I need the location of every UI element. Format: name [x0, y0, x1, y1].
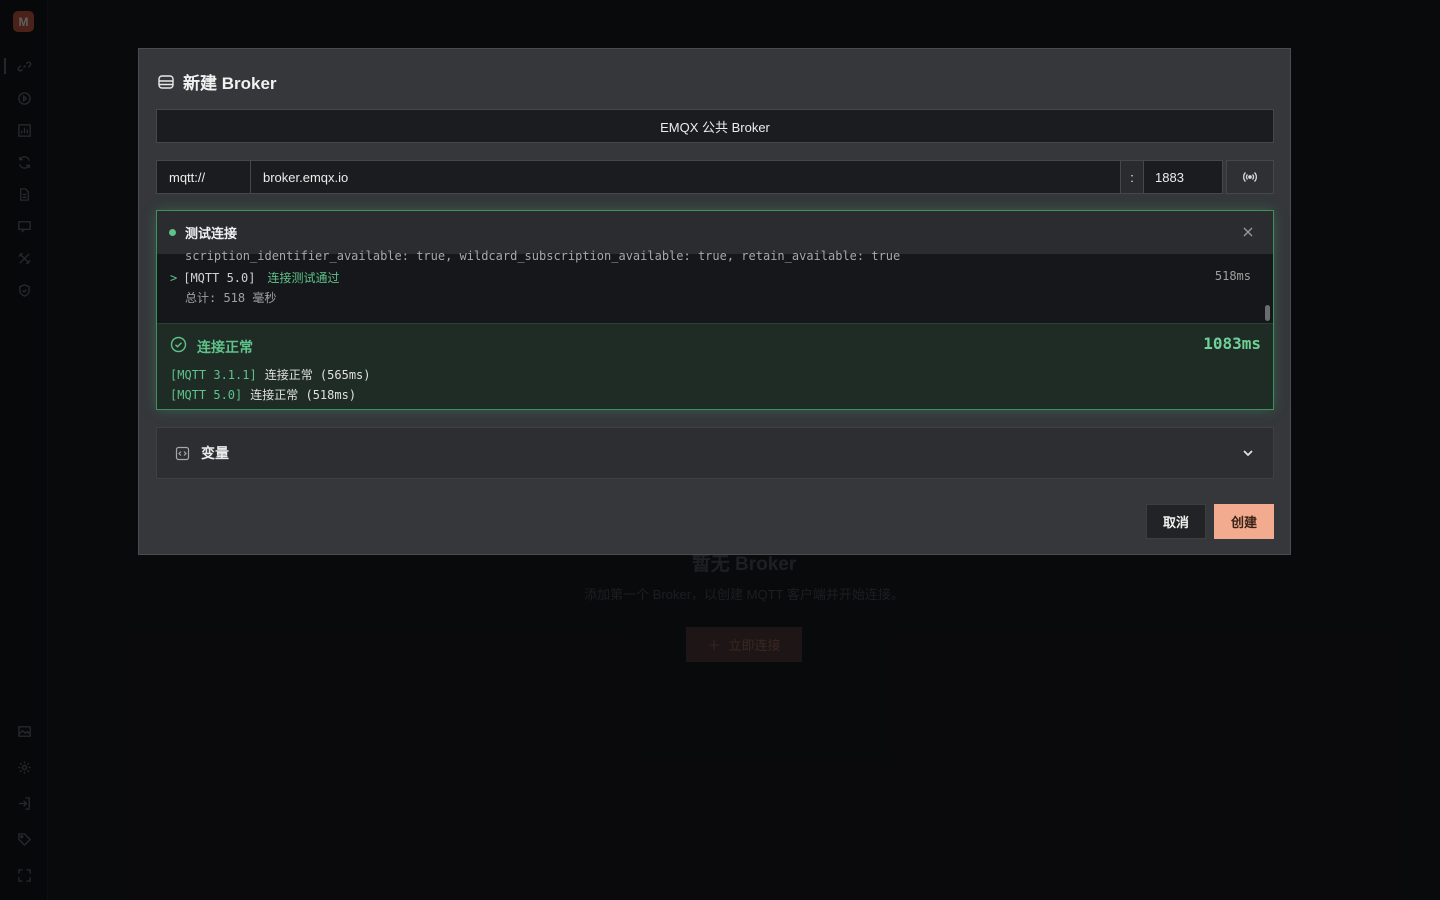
result-protocol-tag: [MQTT 5.0] — [170, 388, 243, 402]
broadcast-icon — [1243, 172, 1257, 182]
log-total: 总计: 518 毫秒 — [185, 291, 277, 305]
port-separator: : — [1121, 160, 1144, 194]
close-icon[interactable] — [1241, 225, 1255, 239]
create-button[interactable]: 创建 — [1214, 504, 1274, 539]
test-log[interactable]: scription_identifier_available: true, wi… — [157, 249, 1273, 323]
result-text: 连接正常 (518ms) — [250, 388, 357, 402]
log-line-truncated: scription_identifier_available: true, wi… — [185, 249, 901, 263]
result-line: [MQTT 3.1.1] 连接正常 (565ms) — [170, 366, 371, 383]
variables-accordion[interactable]: 变量 — [156, 427, 1274, 479]
result-title: 连接正常 — [197, 339, 253, 355]
log-pass-text: 连接测试通过 — [267, 271, 340, 285]
log-prompt: > — [170, 271, 178, 285]
port-input[interactable]: 1883 — [1144, 160, 1223, 194]
dialog-title-text: 新建 Broker — [183, 74, 277, 93]
broker-url-row: mqtt:// broker.emqx.io : 1883 — [156, 160, 1274, 194]
cancel-button[interactable]: 取消 — [1146, 504, 1206, 539]
chevron-down-icon — [1243, 450, 1253, 457]
result-protocol-tag: [MQTT 3.1.1] — [170, 368, 257, 382]
dialog-title: 新建 Broker — [157, 69, 277, 94]
result-line: [MQTT 5.0] 连接正常 (518ms) — [170, 386, 356, 403]
new-broker-dialog: 新建 Broker EMQX 公共 Broker mqtt:// broker.… — [138, 48, 1291, 555]
test-panel-header: 测试连接 — [157, 211, 1273, 254]
test-connection-panel: 测试连接 scription_identifier_available: tru… — [156, 210, 1274, 410]
status-dot — [169, 229, 176, 236]
code-icon — [175, 446, 190, 460]
variables-label: 变量 — [201, 445, 229, 461]
log-protocol-tag: [MQTT 5.0] — [183, 271, 256, 285]
log-line-result: > [MQTT 5.0] 连接测试通过 — [170, 269, 340, 286]
log-duration: 518ms — [1214, 269, 1251, 283]
preset-broker-select[interactable]: EMQX 公共 Broker — [156, 109, 1274, 143]
protocol-select[interactable]: mqtt:// — [156, 160, 251, 194]
log-scrollbar[interactable] — [1265, 305, 1270, 321]
server-icon — [158, 74, 174, 89]
check-circle-icon — [170, 336, 187, 353]
test-connection-button[interactable] — [1226, 160, 1274, 194]
result-total-time: 1083ms — [1203, 334, 1261, 353]
test-panel-title: 测试连接 — [185, 226, 238, 241]
host-input[interactable]: broker.emqx.io — [251, 160, 1121, 194]
test-result-summary: 连接正常 1083ms [MQTT 3.1.1] 连接正常 (565ms) [MQ… — [157, 323, 1273, 409]
result-text: 连接正常 (565ms) — [264, 368, 371, 382]
